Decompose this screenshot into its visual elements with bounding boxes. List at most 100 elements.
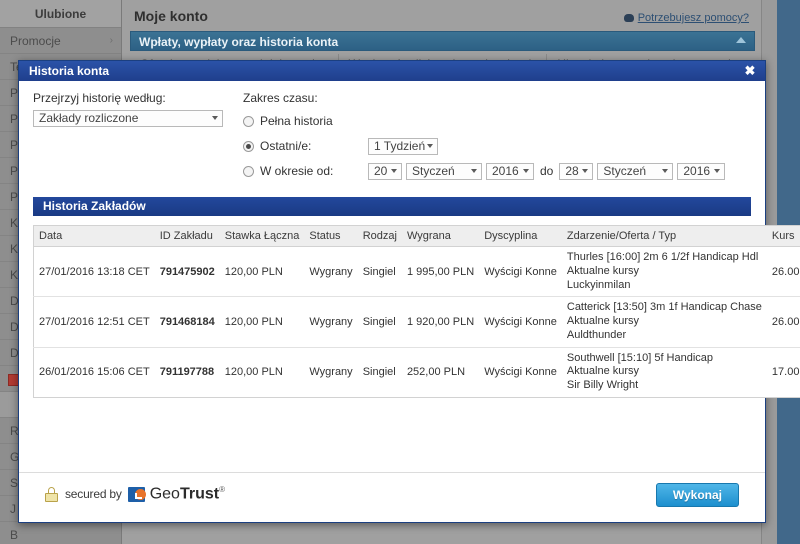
chevron-down-icon xyxy=(212,116,218,120)
radio-row-period: W okresie od: 20 Styczeń 2016 do 28 Styc… xyxy=(243,160,726,182)
cell-rodzaj: Singiel xyxy=(357,296,402,348)
geotrust-wordmark: GeoTrust® xyxy=(150,485,225,503)
cell-data: 27/01/2016 13:18 CET xyxy=(33,246,155,298)
to-label: do xyxy=(540,164,554,178)
event-offer: Aktualne kursy xyxy=(566,315,640,327)
chevron-up-icon[interactable] xyxy=(736,37,746,43)
th-id: ID Zakładu xyxy=(154,225,220,247)
chevron-down-icon xyxy=(471,168,477,173)
to-month-value: Styczeń xyxy=(603,163,647,178)
radio-full-history[interactable] xyxy=(243,115,254,127)
cell-id: 791197788 xyxy=(154,347,220,398)
th-data: Data xyxy=(33,225,155,247)
cell-data: 26/01/2016 15:06 CET xyxy=(33,347,155,398)
th-kurs: Kurs xyxy=(766,225,800,247)
last-period-select[interactable]: 1 Tydzień xyxy=(368,137,438,155)
sidebar-item-label: Promocje xyxy=(10,34,61,48)
th-wygrana: Wygrana xyxy=(401,225,480,247)
chevron-down-icon xyxy=(582,168,589,173)
account-history-dialog: Historia konta ✖ Przejrzyj historię wedł… xyxy=(18,60,800,523)
table-row[interactable]: 27/01/2016 12:51 CET 791468184 120,00 PL… xyxy=(33,296,800,348)
radio-row-full-history: Pełna historia xyxy=(243,110,725,132)
view-by-select[interactable]: Zakłady rozliczone xyxy=(33,110,223,127)
help-link[interactable]: Potrzebujesz pomocy? xyxy=(623,12,749,24)
event-offer: Aktualne kursy xyxy=(566,264,640,277)
cell-dyscyplina: Wyścigi Konne xyxy=(479,246,562,298)
to-day-value: 28 xyxy=(565,163,579,178)
geotrust-geo: Geo xyxy=(149,485,180,503)
radio-full-history-label: Pełna historia xyxy=(260,114,333,128)
cell-zdarzenie: Catterick [13:50] 3m 1f Handicap Chase A… xyxy=(561,296,767,348)
to-month-select[interactable]: Styczeń xyxy=(597,162,674,180)
event-selection: Sir Billy Wright xyxy=(566,379,639,391)
sidebar-item-promocje[interactable]: Promocje › xyxy=(0,28,121,54)
sidebar-item-label: J xyxy=(10,502,16,516)
chevron-down-icon xyxy=(523,168,529,173)
from-day-value: 20 xyxy=(374,163,388,178)
chevron-down-icon xyxy=(391,168,397,173)
table-row[interactable]: 26/01/2016 15:06 CET 791197788 120,00 PL… xyxy=(33,347,800,398)
cell-zdarzenie: Thurles [16:00] 2m 6 1/2f Handicap Hdl A… xyxy=(561,246,767,298)
cell-data: 27/01/2016 12:51 CET xyxy=(33,296,155,348)
help-link-label: Potrzebujesz pomocy? xyxy=(637,12,749,24)
sidebar-item-label: K xyxy=(10,268,19,282)
event-name: Catterick [13:50] 3m 1f Handicap Chase xyxy=(566,301,762,314)
trademark-symbol: ® xyxy=(219,485,225,494)
sidebar-item-label: B xyxy=(10,528,19,542)
cell-wygrana: 1 995,00 PLN xyxy=(401,246,480,298)
geotrust-logo-icon xyxy=(127,486,146,502)
to-year-select[interactable]: 2016 xyxy=(677,162,726,180)
close-icon[interactable]: ✖ xyxy=(741,61,759,81)
bets-history-section-title: Historia Zakładów xyxy=(33,197,751,216)
radio-period[interactable] xyxy=(243,165,254,177)
sidebar-item-label: P xyxy=(10,138,19,152)
chevron-right-icon: › xyxy=(109,35,113,46)
secured-by-label: secured by xyxy=(65,487,122,502)
chat-bubble-icon xyxy=(623,14,634,23)
th-status: Status xyxy=(304,225,358,247)
sidebar-item-label: S xyxy=(10,476,19,490)
sidebar-item-label: P xyxy=(10,190,19,204)
filter-time-range: Zakres czasu: Pełna historia Ostatni/e: … xyxy=(243,91,726,185)
cell-status: Wygrany xyxy=(304,246,358,298)
account-section-bar[interactable]: Wpłaty, wypłaty oraz historia konta xyxy=(130,31,755,51)
th-stawka: Stawka Łączna xyxy=(219,225,305,247)
chevron-down-icon xyxy=(427,143,433,148)
table-row[interactable]: 27/01/2016 13:18 CET 791475902 120,00 PL… xyxy=(33,246,800,298)
to-year-value: 2016 xyxy=(683,163,711,178)
from-day-select[interactable]: 20 xyxy=(368,162,402,180)
chevron-down-icon xyxy=(714,168,721,173)
from-month-select[interactable]: Styczeń xyxy=(406,162,482,180)
dialog-title-bar: Historia konta ✖ xyxy=(19,61,765,81)
sidebar-item-label: K xyxy=(10,242,19,256)
cell-rodzaj: Singiel xyxy=(357,246,402,298)
cell-kurs: 26.00 xyxy=(766,246,800,298)
dialog-footer: secured by GeoTrust® Wykonaj xyxy=(19,472,765,522)
lock-icon xyxy=(45,486,58,502)
chevron-down-icon xyxy=(662,168,669,173)
dialog-body: Przejrzyj historię według: Zakłady rozli… xyxy=(19,81,800,398)
from-month-value: Styczeń xyxy=(412,163,455,178)
sidebar-item-label: P xyxy=(10,112,19,126)
cell-id: 791468184 xyxy=(154,296,220,348)
geotrust-trust: Trust xyxy=(179,485,220,503)
radio-last[interactable] xyxy=(243,140,254,152)
cell-stawka: 120,00 PLN xyxy=(219,347,305,398)
event-selection: Auldthunder xyxy=(566,328,627,341)
cell-status: Wygrany xyxy=(304,296,358,348)
to-day-select[interactable]: 28 xyxy=(559,162,594,180)
cell-id: 791475902 xyxy=(154,246,220,298)
from-year-select[interactable]: 2016 xyxy=(486,162,534,180)
th-dyscyplina: Dyscyplina xyxy=(479,225,562,247)
execute-button[interactable]: Wykonaj xyxy=(655,483,739,507)
th-zdarzenie: Zdarzenie/Oferta / Typ xyxy=(561,225,767,247)
sidebar-item-label: P xyxy=(10,164,19,178)
view-by-label: Przejrzyj historię według: xyxy=(33,91,166,105)
cell-dyscyplina: Wyścigi Konne xyxy=(479,296,562,348)
time-range-label: Zakres czasu: xyxy=(243,91,318,105)
bets-history-table: Data ID Zakładu Stawka Łączna Status Rod… xyxy=(33,225,800,398)
last-period-value: 1 Tydzień xyxy=(374,138,426,153)
cell-zdarzenie: Southwell [15:10] 5f Handicap Aktualne k… xyxy=(561,347,767,398)
sidebar-item-20[interactable]: B xyxy=(0,522,121,544)
filters-area: Przejrzyj historię według: Zakłady rozli… xyxy=(33,91,751,185)
